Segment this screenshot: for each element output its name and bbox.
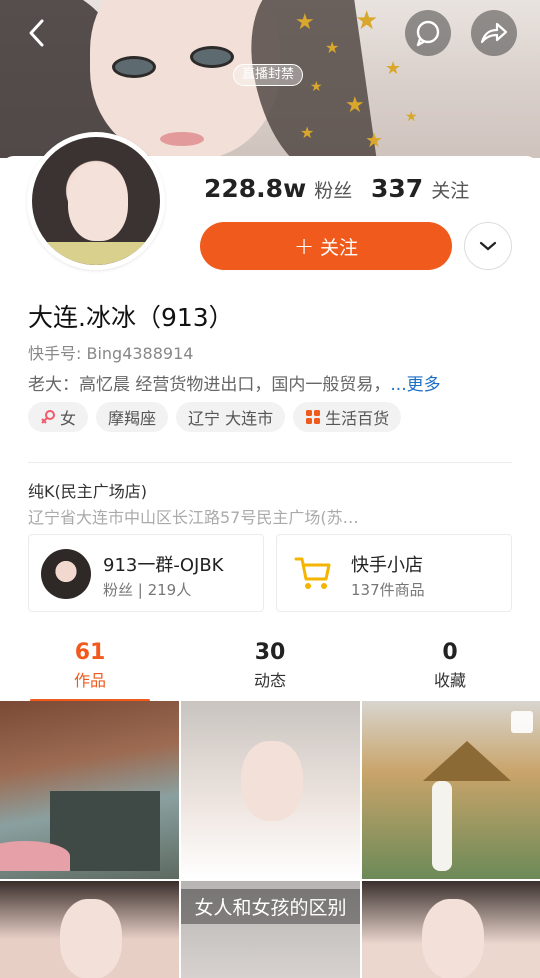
fan-group-card[interactable]: 913一群-OJBK 粉丝 | 219人	[28, 534, 264, 612]
bio-more-link[interactable]: ...更多	[390, 375, 440, 395]
tab-count: 61	[74, 640, 106, 665]
banner-illustration-eye	[190, 46, 234, 68]
shop-subtitle: 137件商品	[351, 581, 425, 599]
more-options-button[interactable]	[464, 222, 512, 270]
shop-card[interactable]: 快手小店 137件商品	[276, 534, 512, 612]
tab-label: 收藏	[433, 671, 466, 690]
bio: 老大：高忆晨 经营货物进出口，国内一般贸易，...更多	[28, 370, 441, 395]
thumbnail-face	[60, 899, 122, 978]
tag-gender[interactable]: 女	[28, 402, 89, 432]
tag-zodiac[interactable]: 摩羯座	[96, 402, 169, 432]
thumbnail-caption: 女人和女孩的区别	[181, 889, 360, 924]
tag-label: 辽宁 大连市	[188, 409, 274, 428]
work-thumbnail[interactable]	[0, 881, 179, 978]
works-grid: 女人和女孩的区别	[0, 701, 540, 978]
following-count: 337	[371, 174, 424, 203]
thumbnail-face	[241, 741, 303, 821]
tab-count: 30	[254, 640, 286, 665]
kuaishou-id: 快手号: Bing4388914	[28, 344, 194, 363]
fans-count: 228.8w	[204, 174, 307, 203]
back-button[interactable]	[14, 10, 60, 56]
work-thumbnail[interactable]	[0, 701, 179, 879]
tag-category[interactable]: 生活百货	[293, 402, 402, 432]
tag-location[interactable]: 辽宁 大连市	[176, 402, 286, 432]
avatar[interactable]	[27, 132, 165, 270]
follow-label: 关注	[320, 236, 359, 259]
tab-favorites[interactable]: 0 收藏	[360, 640, 540, 702]
tab-count: 0	[442, 640, 458, 665]
fans-stat[interactable]: 228.8w 粉丝	[204, 174, 352, 203]
shopping-cart-icon	[293, 555, 333, 595]
tab-label: 作品	[73, 671, 106, 690]
chat-bubble-icon	[416, 20, 440, 47]
share-arrow-icon	[480, 22, 508, 44]
female-icon	[40, 409, 56, 425]
message-button[interactable]	[405, 10, 451, 56]
location-title[interactable]: 纯K(民主广场店)	[28, 478, 147, 502]
chevron-down-icon	[479, 241, 497, 251]
banner-illustration-eye	[112, 56, 156, 78]
location-address[interactable]: 辽宁省大连市中山区长江路57号民主广场(苏…	[28, 504, 359, 528]
tab-works[interactable]: 61 作品	[0, 640, 180, 702]
tag-label: 摩羯座	[108, 409, 157, 428]
group-title: 913一群-OJBK	[103, 555, 224, 576]
thumbnail-pavilion	[423, 741, 511, 781]
grid-icon	[305, 409, 321, 425]
share-button[interactable]	[471, 10, 517, 56]
follow-button[interactable]: + 关注	[200, 222, 452, 270]
work-thumbnail[interactable]	[181, 701, 360, 879]
avatar-face	[68, 163, 128, 241]
divider	[28, 462, 512, 463]
live-ban-badge: 直播封禁	[233, 64, 304, 86]
profile-tags: 女 摩羯座 辽宁 大连市 生活百货	[28, 402, 402, 432]
group-avatar	[41, 549, 91, 599]
shop-title: 快手小店	[351, 555, 423, 576]
work-thumbnail[interactable]	[362, 701, 540, 879]
content-tabs: 61 作品 30 动态 0 收藏	[0, 640, 540, 702]
work-thumbnail[interactable]	[362, 881, 540, 978]
thumbnail-umbrella	[0, 841, 70, 871]
plus-icon: +	[293, 232, 315, 260]
banner-illustration-lip	[160, 132, 204, 146]
tag-label: 女	[60, 409, 77, 428]
group-subtitle: 粉丝 | 219人	[103, 581, 192, 599]
work-thumbnail[interactable]: 女人和女孩的区别	[181, 881, 360, 978]
tab-moments[interactable]: 30 动态	[180, 640, 360, 702]
tab-label: 动态	[253, 671, 286, 690]
thumbnail-person	[432, 781, 452, 871]
user-name: 大连.冰冰（913）	[28, 303, 234, 332]
following-label: 关注	[431, 180, 470, 202]
following-stat[interactable]: 337 关注	[371, 174, 469, 203]
back-arrow-icon	[29, 19, 44, 47]
thumbnail-face	[422, 899, 484, 978]
multi-photo-icon	[511, 711, 533, 733]
fans-label: 粉丝	[314, 180, 353, 202]
bio-text: 老大：高忆晨 经营货物进出口，国内一般贸易，	[28, 375, 391, 395]
tag-label: 生活百货	[325, 409, 390, 428]
